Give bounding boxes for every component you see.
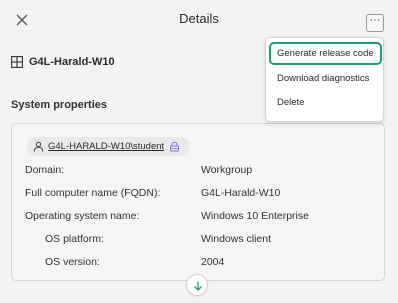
user-chip[interactable]: G4L-HARALD-W10\student [27,137,190,156]
lock-badge-icon [170,141,180,152]
menu-item-download-diagnostics[interactable]: Download diagnostics [271,69,380,88]
user-account-link[interactable]: G4L-HARALD-W10\student [48,141,164,152]
system-properties-card: G4L-HARALD-W10\student Domain: Workgroup… [11,123,385,281]
property-value: 2004 [201,256,225,268]
property-key: OS version: [45,256,100,268]
property-row: Operating system name: Windows 10 Enterp… [12,207,384,227]
property-row: OS version: 2004 [12,253,384,273]
property-key: OS [45,279,60,280]
property-row: OS platform: Windows client [12,230,384,250]
property-value: Windows 10 Enterprise [201,210,309,222]
property-key: Domain: [25,164,65,176]
menu-item-generate-release-code[interactable]: Generate release code [269,42,382,65]
device-name: G4L-Harald-W10 [29,56,115,68]
property-row: Full computer name (FQDN): G4L-Harald-W1… [12,184,384,204]
scroll-down-button[interactable] [186,274,208,296]
user-icon [33,141,44,152]
more-actions-button[interactable]: ··· [366,14,384,32]
panel-title: Details [179,11,219,26]
ellipsis-icon: ··· [369,14,381,26]
property-key: Full computer name (FQDN): [25,187,161,199]
property-value: G4L-Harald-W10 [201,187,281,199]
menu-item-delete[interactable]: Delete [271,93,380,112]
property-value: Workgroup [201,164,253,176]
arrow-down-icon [194,281,202,291]
actions-dropdown-menu: Generate release code Download diagnosti… [265,37,384,122]
device-header: G4L-Harald-W10 [11,54,115,70]
details-panel: Details ··· G4L-Harald-W10 System proper… [0,0,398,303]
property-key: Operating system name: [25,210,140,222]
property-row: Domain: Workgroup [12,161,384,181]
panel-header: Details ··· [0,0,398,40]
property-value: Windows client [201,233,272,245]
windows-icon [11,56,23,68]
section-title-system-properties: System properties [11,99,107,111]
property-key: OS platform: [45,233,104,245]
